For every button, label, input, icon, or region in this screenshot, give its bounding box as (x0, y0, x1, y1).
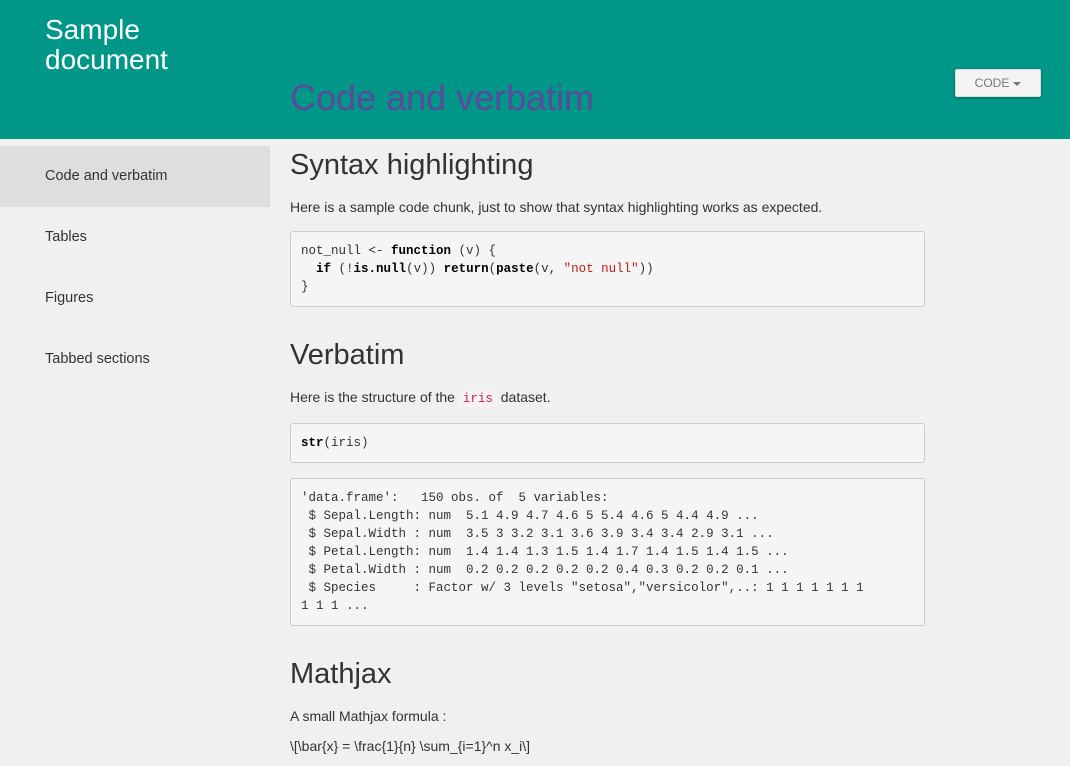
section-title-verbatim: Verbatim (290, 339, 405, 371)
output-line: 'data.frame': 150 obs. of 5 variables: (301, 491, 609, 505)
mathjax-formula-source: \[\bar{x} = \frac{1}{n} \sum_{i=1}^n x_i… (290, 738, 531, 754)
code-button-label: CODE (974, 76, 1010, 90)
sidebar-nav: Code and verbatim Tables Figures Tabbed … (0, 146, 270, 390)
code-keyword: is.null (353, 262, 407, 276)
syntax-intro-text: Here is a sample code chunk, just to sho… (290, 199, 823, 215)
sidebar-item-label: Tables (45, 229, 87, 245)
output-line: $ Species : Factor w/ 3 levels "setosa",… (301, 581, 864, 595)
output-line: 1 1 1 ... (301, 599, 369, 613)
sidebar-item-tabbed-sections[interactable]: Tabbed sections (0, 329, 270, 390)
code-token: )) (638, 262, 654, 276)
code-token: (v, (533, 262, 564, 276)
verbatim-intro-text: Here is the structure of the iris datase… (290, 387, 925, 409)
intro-text-after: dataset. (500, 389, 551, 405)
sidebar-item-label: Code and verbatim (45, 168, 168, 184)
mathjax-intro-text: A small Mathjax formula : (290, 708, 447, 724)
sidebar-item-label: Figures (45, 290, 94, 306)
code-dropdown-button[interactable]: CODE (955, 69, 1041, 97)
caret-down-icon (1013, 82, 1022, 86)
sidebar-item-figures[interactable]: Figures (0, 268, 270, 329)
code-keyword: return (443, 262, 489, 276)
inline-code-iris: iris (458, 391, 497, 407)
code-token: not_null <- (301, 244, 392, 258)
output-line: $ Sepal.Width : num 3.5 3 3.2 3.1 3.6 3.… (301, 527, 774, 541)
verbatim-output-block[interactable]: 'data.frame': 150 obs. of 5 variables: $… (290, 478, 925, 626)
code-string: "not null" (563, 262, 639, 276)
code-token: (v)) (406, 262, 444, 276)
intro-text-before: Here is the structure of the (290, 389, 455, 405)
main-content: Syntax highlighting Here is a sample cod… (290, 139, 925, 756)
code-token: (! (331, 262, 354, 276)
sidebar-item-code-and-verbatim[interactable]: Code and verbatim (0, 146, 270, 207)
top-header: Sample document Code and verbatim CODE (0, 0, 1070, 139)
code-token: } (301, 280, 309, 294)
document-title: Sample document (45, 14, 168, 75)
code-keyword: paste (496, 262, 534, 276)
code-chunk-str-iris[interactable]: str(iris) (290, 423, 925, 463)
page-title: Code and verbatim (290, 77, 595, 118)
code-keyword: function (391, 244, 452, 258)
output-line: $ Petal.Length: num 1.4 1.4 1.3 1.5 1.4 … (301, 545, 789, 559)
output-line: $ Petal.Width : num 0.2 0.2 0.2 0.2 0.2 … (301, 563, 789, 577)
code-keyword: str (301, 436, 324, 450)
code-token: (v) { (451, 244, 497, 258)
code-token: ( (488, 262, 497, 276)
sidebar-item-label: Tabbed sections (45, 351, 150, 367)
section-title-mathjax: Mathjax (290, 658, 392, 690)
output-line: $ Sepal.Length: num 5.1 4.9 4.7 4.6 5 5.… (301, 509, 759, 523)
section-title-syntax-highlighting: Syntax highlighting (290, 149, 534, 181)
code-keyword: if (316, 262, 332, 276)
code-chunk-not-null[interactable]: not_null <- function (v) { if (!is.null(… (290, 231, 925, 307)
code-token: (iris) (323, 436, 369, 450)
sidebar-item-tables[interactable]: Tables (0, 207, 270, 268)
